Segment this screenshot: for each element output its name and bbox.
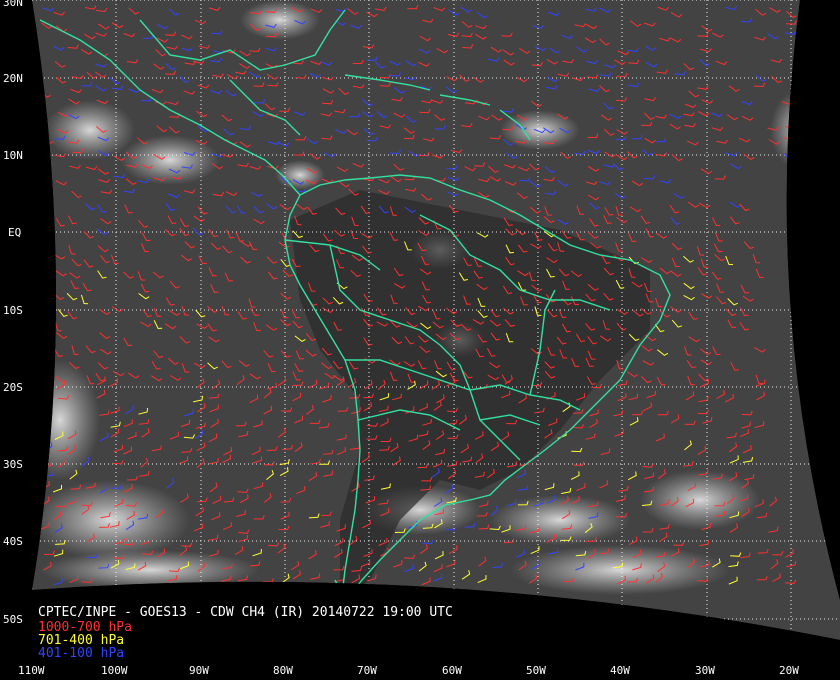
- lat-label: 40S: [3, 535, 23, 548]
- lat-label: 30S: [3, 458, 23, 471]
- lon-label: 60W: [442, 664, 462, 677]
- lon-label: 50W: [526, 664, 546, 677]
- lat-label: 20S: [3, 381, 23, 394]
- satellite-image: [32, 0, 840, 640]
- lat-label: 10S: [3, 304, 23, 317]
- lat-label: 10N: [3, 149, 23, 162]
- lon-label: 110W: [18, 664, 45, 677]
- lon-label: 100W: [101, 664, 128, 677]
- lon-label: 70W: [357, 664, 377, 677]
- lon-label: 20W: [779, 664, 799, 677]
- lon-label: 40W: [610, 664, 630, 677]
- lon-label: 30W: [695, 664, 715, 677]
- lat-label: 50S: [3, 613, 23, 626]
- lat-label: 30N: [3, 0, 23, 9]
- lat-label: EQ: [8, 226, 21, 239]
- satellite-wind-map: 30N 20N 10N EQ 10S 20S 30S 40S 50S 110W …: [0, 0, 840, 680]
- lon-label: 80W: [273, 664, 293, 677]
- legend-high-level: 401-100 hPa: [38, 646, 124, 661]
- lat-label: 20N: [3, 72, 23, 85]
- lon-label: 90W: [189, 664, 209, 677]
- map-title: CPTEC/INPE - GOES13 - CDW CH4 (IR) 20140…: [38, 605, 453, 620]
